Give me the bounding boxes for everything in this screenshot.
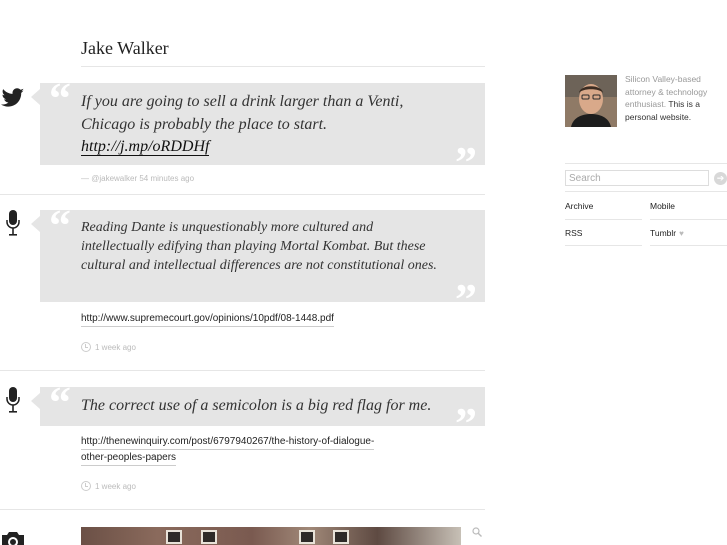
quote-bubble: “ Reading Dante is unquestionably more c… <box>31 204 485 322</box>
sidebar-link-tumblr[interactable]: Tumblr ♥ <box>650 228 684 238</box>
open-quote-icon: “ <box>49 378 71 427</box>
sidebar-link-tumblr-label: Tumblr <box>650 228 677 238</box>
microphone-icon[interactable] <box>0 387 26 413</box>
title-divider <box>81 66 485 67</box>
quote-source-link[interactable]: http://thenewinquiry.com/post/6797940267… <box>81 434 375 450</box>
photo-window <box>299 530 315 544</box>
post-meta-time: 1 week ago <box>95 343 136 352</box>
clock-icon <box>81 342 91 352</box>
close-quote-icon: ” <box>455 138 477 187</box>
sidebar-divider <box>565 163 727 164</box>
photo-window <box>201 530 217 544</box>
quote-bubble: “ The correct use of a semicolon is a bi… <box>31 381 485 446</box>
heart-icon: ♥ <box>679 229 684 238</box>
bio: Silicon Valley-based attorney & technolo… <box>625 73 725 123</box>
post-meta[interactable]: — @jakewalker 54 minutes ago <box>81 174 194 183</box>
microphone-icon[interactable] <box>0 210 26 236</box>
post-divider <box>0 509 485 510</box>
sidebar-link-mobile[interactable]: Mobile <box>650 201 675 211</box>
sidebar-link-rss[interactable]: RSS <box>565 228 582 238</box>
open-quote-icon: “ <box>49 74 71 123</box>
quote-source-link-cont[interactable]: other-peoples-papers <box>81 450 177 466</box>
twitter-bird-icon[interactable] <box>0 85 26 111</box>
quote-source-link[interactable]: http://www.supremecourt.gov/opinions/10p… <box>81 311 334 327</box>
sidebar-divider <box>565 219 642 220</box>
post-meta[interactable]: 1 week ago <box>81 342 136 352</box>
sidebar-divider <box>650 219 727 220</box>
search-submit-icon[interactable]: ➔ <box>714 172 727 185</box>
photo-window <box>333 530 349 544</box>
camera-icon[interactable] <box>0 527 26 545</box>
open-quote-icon: “ <box>49 201 71 250</box>
sidebar-divider <box>650 245 727 246</box>
post-meta-time: 1 week ago <box>95 482 136 491</box>
tweet-text: If you are going to sell a drink larger … <box>81 91 445 159</box>
post-meta[interactable]: 1 week ago <box>81 481 136 491</box>
sidebar-link-archive[interactable]: Archive <box>565 201 593 211</box>
close-quote-icon: ” <box>455 399 477 448</box>
avatar[interactable] <box>565 75 617 127</box>
photo-image[interactable] <box>81 527 461 545</box>
blog-title[interactable]: Jake Walker <box>81 38 169 59</box>
search-input[interactable] <box>565 170 709 186</box>
clock-icon <box>81 481 91 491</box>
sidebar-divider <box>565 245 642 246</box>
quote-text: The correct use of a semicolon is a big … <box>81 397 432 414</box>
tweet-link[interactable]: http://j.mp/oRDDHf <box>81 138 210 156</box>
photo-window <box>166 530 182 544</box>
sidebar-divider <box>565 191 727 192</box>
close-quote-icon: ” <box>455 275 477 324</box>
tweet-body: If you are going to sell a drink larger … <box>81 93 404 133</box>
quote-bubble: “ If you are going to sell a drink large… <box>31 77 485 185</box>
zoom-icon[interactable] <box>472 527 482 537</box>
post-divider <box>0 194 485 195</box>
quote-text: Reading Dante is unquestionably more cul… <box>81 220 437 273</box>
post-divider <box>0 370 485 371</box>
